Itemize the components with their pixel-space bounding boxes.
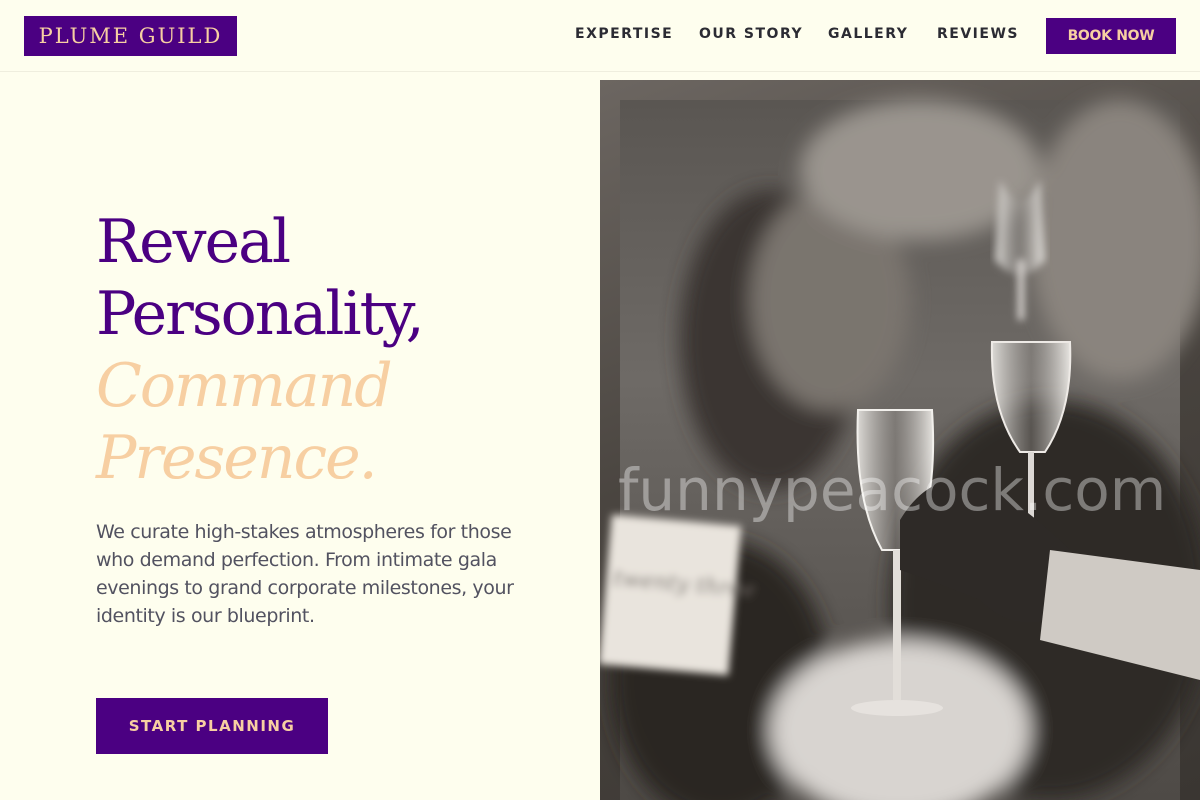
headline-accent-line-1: Command [96,351,393,421]
logo[interactable]: PLUME GUILD [24,16,237,56]
background-glass [995,180,1045,320]
watermark: funnypeacock.com [618,456,1166,524]
headline-accent-line-2: Presence. [96,423,378,493]
nav-link-our-story[interactable]: OUR STORY [699,26,803,42]
nav-link-reviews[interactable]: REVIEWS [937,26,1019,42]
book-now-button[interactable]: BOOK NOW [1046,18,1176,54]
nav-link-gallery[interactable]: GALLERY [828,26,908,42]
hero-photo-toasting-glasses: twenty three funnypeacock.com [600,80,1200,800]
hero-description: We curate high-stakes atmospheres for th… [96,521,514,627]
site-header: PLUME GUILD EXPERTISE OUR STORY GALLERY … [0,0,1200,72]
nav-link-expertise[interactable]: EXPERTISE [575,26,673,42]
headline-line-2: Personality, [96,279,425,349]
headline-line-1: Reveal [96,207,291,277]
start-planning-button[interactable]: START PLANNING [96,698,328,754]
hero-headline: Reveal Personality, Command Presence. [96,206,425,494]
photo-illustration: twenty three funnypeacock.com [600,100,1200,800]
